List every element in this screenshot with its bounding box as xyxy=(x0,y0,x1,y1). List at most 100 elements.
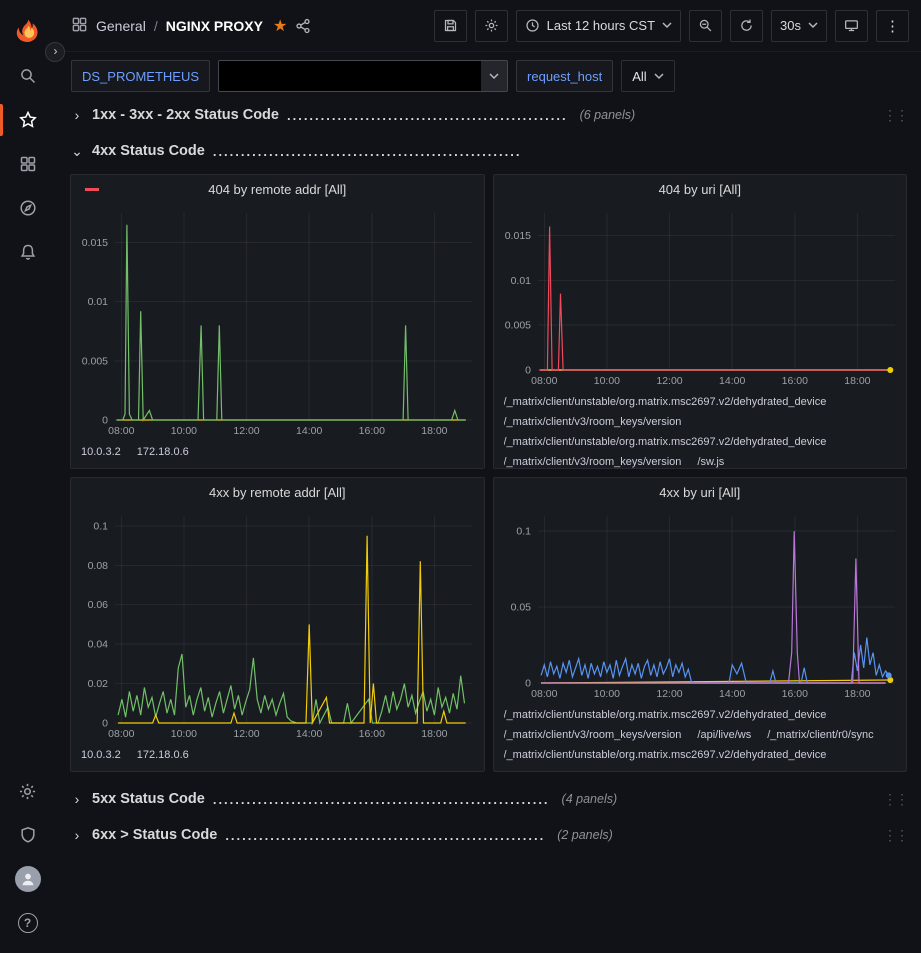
more-options-button[interactable]: ⋮ xyxy=(876,10,909,42)
svg-text:0.005: 0.005 xyxy=(504,320,530,332)
row-title: 5xx Status Code xyxy=(92,791,205,807)
sidebar-item-configuration[interactable] xyxy=(0,769,55,813)
legend-item[interactable]: 172.18.0.6 xyxy=(137,442,189,462)
panel-404-by-remote-addr: 404 by remote addr [All] 08:0010:0012:00… xyxy=(70,174,485,469)
search-icon xyxy=(19,67,37,85)
svg-text:14:00: 14:00 xyxy=(719,375,745,387)
svg-text:0.005: 0.005 xyxy=(82,355,108,367)
refresh-interval-picker[interactable]: 30s xyxy=(771,10,827,42)
legend-label: /sw.js xyxy=(697,452,724,468)
sidebar-item-search[interactable] xyxy=(0,54,55,98)
panel-title[interactable]: 404 by uri [All] xyxy=(494,175,907,203)
row-title: 1xx - 3xx - 2xx Status Code xyxy=(92,107,279,123)
legend-item[interactable]: 10.0.3.2 xyxy=(81,745,121,765)
save-dashboard-button[interactable] xyxy=(434,10,467,42)
panel-title[interactable]: 4xx by remote addr [All] xyxy=(71,478,484,506)
row-collapse-icon: › xyxy=(70,827,84,843)
bell-icon xyxy=(19,243,37,261)
row-6xx[interactable]: › 6xx > Status Code ....................… xyxy=(70,822,907,848)
svg-text:0.1: 0.1 xyxy=(93,520,108,532)
chart-4xx-by-uri[interactable]: 08:0010:0012:0014:0016:0018:0000.050.1 xyxy=(494,506,907,703)
legend-item[interactable]: /_matrix/client/unstable/org.matrix.msc2… xyxy=(504,392,827,412)
row-title: 4xx Status Code xyxy=(92,143,205,159)
sidebar-expand-button[interactable]: › xyxy=(45,42,65,62)
time-range-label: Last 12 hours CST xyxy=(547,18,655,33)
row-collapse-icon: › xyxy=(70,791,84,807)
dashboard-title[interactable]: NGINX PROXY xyxy=(166,18,263,34)
panels-grid: 404 by remote addr [All] 08:0010:0012:00… xyxy=(70,174,907,772)
request-host-variable-value: All xyxy=(632,69,646,84)
panel-title[interactable]: 4xx by uri [All] xyxy=(494,478,907,506)
legend-item[interactable]: /_matrix/client/unstable/org.matrix.msc2… xyxy=(504,745,827,765)
legend-item[interactable]: 172.18.0.6 xyxy=(137,745,189,765)
svg-text:0.1: 0.1 xyxy=(516,526,531,538)
help-icon: ? xyxy=(18,913,38,933)
monitor-icon xyxy=(844,18,859,33)
panel-4xx-by-remote-addr: 4xx by remote addr [All] 08:0010:0012:00… xyxy=(70,477,485,772)
legend-item[interactable]: /sw.js xyxy=(697,452,724,468)
zoom-out-button[interactable] xyxy=(689,10,722,42)
datasource-variable-label[interactable]: DS_PROMETHEUS xyxy=(71,60,210,92)
row-1xx-3xx-2xx[interactable]: › 1xx - 3xx - 2xx Status Code ..........… xyxy=(70,102,907,128)
datasource-variable-select[interactable] xyxy=(218,60,508,92)
request-host-variable-select[interactable]: All xyxy=(621,60,674,92)
panel-title[interactable]: 404 by remote addr [All] xyxy=(71,175,484,203)
legend-item[interactable]: /_matrix/client/v3/room_keys/version xyxy=(504,412,682,432)
sidebar-item-alerting[interactable] xyxy=(0,230,55,274)
legend-item[interactable]: /_matrix/client/unstable/org.matrix.msc2… xyxy=(504,432,827,452)
sidebar-item-help[interactable]: ? xyxy=(0,901,55,945)
svg-text:0.08: 0.08 xyxy=(88,560,109,572)
svg-text:08:00: 08:00 xyxy=(108,425,134,437)
refresh-button[interactable] xyxy=(730,10,763,42)
legend-label: 10.0.3.2 xyxy=(81,442,121,462)
svg-text:0.01: 0.01 xyxy=(510,275,531,287)
row-panel-count: (4 panels) xyxy=(562,792,618,806)
request-host-variable-label[interactable]: request_host xyxy=(516,60,613,92)
sidebar-item-starred[interactable] xyxy=(0,98,55,142)
tv-mode-button[interactable] xyxy=(835,10,868,42)
favorite-star-icon[interactable]: ★ xyxy=(273,16,287,36)
row-4xx[interactable]: ⌄ 4xx Status Code ......................… xyxy=(70,138,907,164)
row-drag-handle[interactable]: ⋮⋮ xyxy=(883,107,907,124)
legend-item[interactable]: /_matrix/client/v3/room_keys/version xyxy=(504,452,682,468)
gear-icon xyxy=(18,782,37,801)
sidebar-item-profile[interactable] xyxy=(0,857,55,901)
breadcrumb-section[interactable]: General xyxy=(96,18,146,34)
save-icon xyxy=(443,18,458,33)
svg-text:16:00: 16:00 xyxy=(781,375,807,387)
svg-text:0.06: 0.06 xyxy=(88,599,109,611)
breadcrumb: General / NGINX PROXY ★ xyxy=(71,16,311,36)
chart-404-by-uri[interactable]: 08:0010:0012:0014:0016:0018:0000.0050.01… xyxy=(494,203,907,390)
row-5xx[interactable]: › 5xx Status Code ......................… xyxy=(70,786,907,812)
sidebar-item-explore[interactable] xyxy=(0,186,55,230)
svg-text:12:00: 12:00 xyxy=(233,728,259,740)
row-drag-handle[interactable]: ⋮⋮ xyxy=(883,827,907,844)
chart-404-by-remote-addr[interactable]: 08:0010:0012:0014:0016:0018:0000.0050.01… xyxy=(71,203,484,440)
datasource-variable-value xyxy=(219,61,481,91)
time-range-picker[interactable]: Last 12 hours CST xyxy=(516,10,681,42)
legend-item[interactable]: /_matrix/client/v3/room_keys/version xyxy=(504,725,682,745)
legend-item[interactable]: /api/live/ws xyxy=(697,725,751,745)
grafana-flame-icon xyxy=(15,18,41,44)
chart-4xx-by-remote-addr[interactable]: 08:0010:0012:0014:0016:0018:0000.020.040… xyxy=(71,506,484,743)
legend-label: /api/live/ws xyxy=(697,725,751,745)
share-icon[interactable] xyxy=(295,18,311,34)
legend-item[interactable]: /_matrix/client/r0/sync xyxy=(767,725,873,745)
svg-text:0: 0 xyxy=(102,718,108,730)
panel-4xx-by-uri: 4xx by uri [All] 08:0010:0012:0014:0016:… xyxy=(493,477,908,772)
svg-text:14:00: 14:00 xyxy=(296,728,322,740)
svg-text:16:00: 16:00 xyxy=(781,688,807,700)
sidebar-item-dashboards[interactable] xyxy=(0,142,55,186)
svg-text:08:00: 08:00 xyxy=(531,375,557,387)
legend: /_matrix/client/unstable/org.matrix.msc2… xyxy=(494,390,907,468)
legend-item[interactable]: 10.0.3.2 xyxy=(81,442,121,462)
legend-item[interactable]: /_matrix/client/unstable/org.matrix.msc2… xyxy=(504,705,827,725)
row-drag-handle[interactable]: ⋮⋮ xyxy=(883,791,907,808)
legend-label: 172.18.0.6 xyxy=(137,745,189,765)
svg-text:16:00: 16:00 xyxy=(359,728,385,740)
svg-text:10:00: 10:00 xyxy=(171,728,197,740)
sidebar-item-server-admin[interactable] xyxy=(0,813,55,857)
svg-text:14:00: 14:00 xyxy=(719,688,745,700)
row-title-dots: ........................................… xyxy=(287,108,568,123)
dashboard-settings-button[interactable] xyxy=(475,10,508,42)
